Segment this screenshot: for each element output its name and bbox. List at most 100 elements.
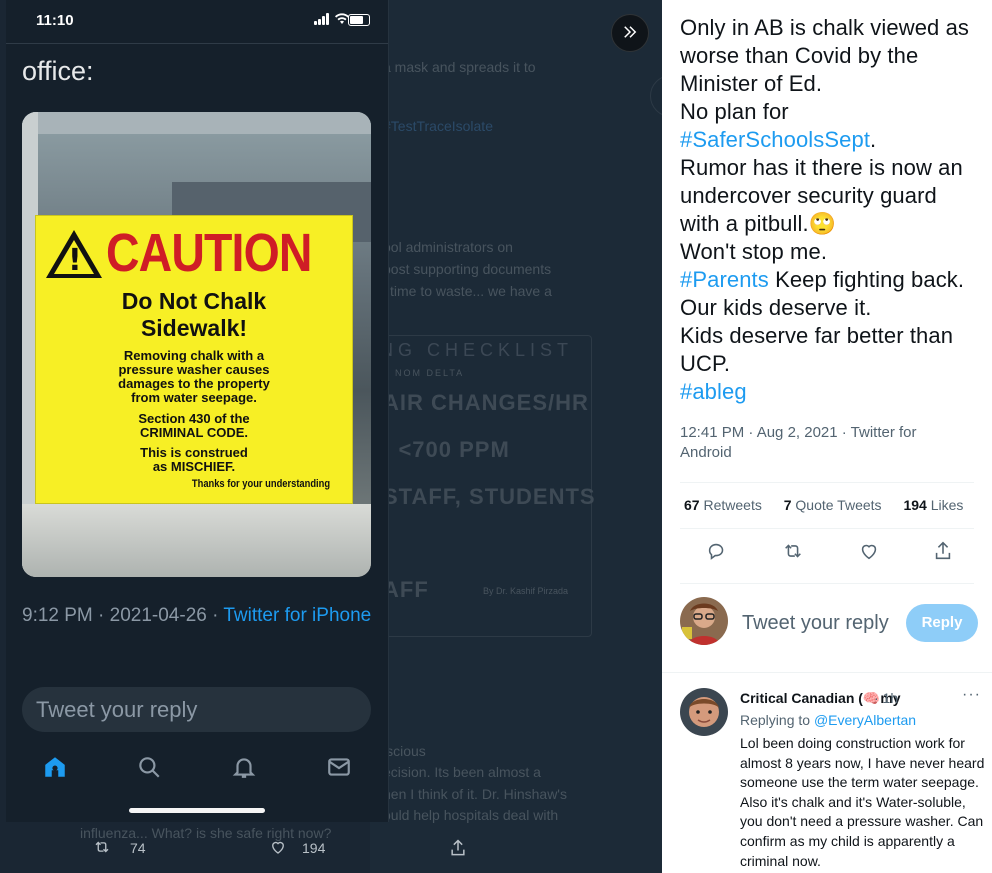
sign-body-line: Removing chalk with a (123, 348, 265, 363)
status-time: 11:10 (36, 12, 74, 29)
messages-icon[interactable] (326, 754, 352, 780)
share-icon[interactable] (932, 540, 954, 562)
divider (680, 482, 974, 483)
like-count: 194 (302, 840, 326, 856)
background-text: post supporting documents (383, 261, 552, 277)
phone-screenshot: 11:10 office: ! CAUTION Do Not Chalk Sid… (6, 0, 389, 822)
reply-time[interactable]: · 1h (874, 690, 898, 706)
user-avatar[interactable] (680, 597, 728, 645)
exclamation-icon: ! (68, 243, 82, 278)
tweet-line: Rumor has it there is now an (680, 155, 963, 180)
background-text: hen I think of it. Dr. Hinshaw's (383, 786, 567, 802)
background-card-text: STAFF, STUDENTS (383, 484, 596, 509)
retweet-count: 74 (130, 840, 146, 856)
tweet-line: Won't stop me. (680, 239, 828, 264)
like-icon (272, 841, 284, 854)
sign-title-line: Sidewalk! (140, 315, 248, 341)
background-retweet-action[interactable]: 74 (92, 838, 152, 858)
background-hashtag: #TestTraceIsolate (383, 118, 493, 134)
sign-thanks: Thanks for your understanding (191, 478, 331, 490)
search-icon[interactable] (136, 754, 162, 780)
tweet-line: undercover security guard (680, 183, 937, 208)
retweets-stat[interactable]: 67 Retweets (684, 497, 762, 513)
likes-stat[interactable]: 194 Likes (903, 497, 963, 513)
background-text: time to waste... we have a (390, 283, 552, 299)
tweet-line: No plan for (680, 99, 789, 124)
divider (680, 583, 974, 584)
notifications-icon[interactable] (231, 754, 257, 780)
sign-section-line: Section 430 of the (138, 411, 250, 426)
tweet-timestamp-source[interactable]: 12:41 PM · Aug 2, 2021 · Twitter for (680, 423, 980, 443)
reply-composer: Tweet your reply Reply (680, 597, 986, 657)
tweet-photo[interactable]: ! CAUTION Do Not Chalk Sidewalk! Removin… (22, 112, 371, 577)
share-icon[interactable] (448, 838, 468, 858)
sign-construed-line: This is construed (140, 445, 248, 460)
compose-placeholder[interactable]: Tweet your reply (742, 612, 889, 635)
reply-placeholder: Tweet your reply (36, 697, 198, 722)
battery-icon (348, 14, 370, 26)
sign-construed-line: as MISCHIEF. (152, 459, 236, 474)
background-like-action[interactable]: 194 (268, 838, 328, 858)
reply-author-avatar-image (680, 688, 728, 736)
reply-body: Lol been doing construction work for alm… (740, 735, 985, 869)
status-bar: 11:10 (6, 0, 388, 42)
tweet-detail-panel: Only in AB is chalk viewed as worse than… (662, 0, 992, 873)
reply-author-avatar[interactable] (680, 688, 728, 736)
tweet-line: #SaferSchoolsSept. (680, 127, 877, 152)
home-icon[interactable] (42, 754, 68, 780)
tweet-timestamp: 9:12 PM · 2021-04-26 · Twitter for iPhon… (22, 602, 372, 630)
like-icon[interactable] (858, 540, 880, 562)
tweet-meta: 12:41 PM · Aug 2, 2021 · Twitter for And… (680, 423, 980, 463)
background-checklist-subtitle: NOM DELTA (395, 368, 465, 378)
sign-caution-heading: CAUTION (106, 223, 312, 283)
background-text: ould help hospitals deal with (383, 807, 559, 823)
background-text: ool administrators on (383, 239, 513, 255)
window-sill (22, 504, 371, 577)
hashtag-link[interactable]: #ableg (680, 379, 747, 404)
divider (680, 528, 974, 529)
tweet-text-fragment: office: (22, 56, 94, 86)
bottom-nav (6, 740, 388, 790)
status-icons (300, 13, 370, 27)
expand-panel-button[interactable] (611, 14, 649, 52)
hashtag-link[interactable]: #Parents (680, 267, 769, 292)
background-card-text: AFF (383, 577, 429, 602)
sign-body-line: damages to the property (118, 376, 270, 391)
tweet-text: Only in AB is chalk viewed as worse than… (680, 14, 986, 406)
sign-title-line: Do Not Chalk (121, 288, 267, 314)
more-options-icon[interactable]: ··· (962, 686, 981, 704)
tweet-line: #Parents Keep fighting back. (680, 267, 965, 292)
background-byline: By Dr. Kashif Pirzada (483, 586, 569, 596)
divider (6, 43, 388, 44)
background-text: ecision. Its been almost a (383, 764, 541, 780)
tweet-actions (680, 540, 974, 570)
home-indicator (129, 808, 265, 813)
retweet-icon (95, 841, 109, 853)
tweet-source-cont[interactable]: Android (680, 443, 980, 463)
eye-roll-emoji: 🙄 (808, 211, 837, 236)
double-chevron-right-icon (624, 26, 637, 38)
user-avatar-image (680, 597, 728, 645)
signal-icon (314, 13, 332, 25)
tweet-line: Minister of Ed. (680, 71, 823, 96)
hashtag-link[interactable]: #SaferSchoolsSept (680, 127, 870, 152)
retweet-icon[interactable] (782, 540, 804, 562)
tweet-line: #ableg (680, 378, 986, 406)
tweet-line: with a pitbull.🙄 (680, 211, 837, 236)
mention-link[interactable]: @EveryAlbertan (814, 712, 916, 728)
reply-input[interactable]: Tweet your reply (22, 687, 371, 732)
tweet-line: Only in AB is chalk viewed as (680, 15, 970, 40)
background-text: iscious (383, 743, 426, 759)
tweet-line: Kids deserve far better than (680, 323, 954, 348)
sign-section-line: CRIMINAL CODE. (139, 425, 249, 440)
reply-icon[interactable] (706, 540, 728, 562)
background-text: a mask and spreads it to (383, 59, 536, 75)
reply-button[interactable]: Reply (906, 604, 978, 642)
source-link[interactable]: Twitter for iPhone (223, 605, 371, 626)
replying-to: Replying to @EveryAlbertan (740, 712, 917, 728)
timestamp-text: 9:12 PM · 2021-04-26 · (22, 605, 224, 626)
background-card-text: : <700 PPM (383, 437, 510, 462)
background-checklist-title: NG CHECKLIST (380, 340, 574, 360)
quote-tweets-stat[interactable]: 7 Quote Tweets (784, 497, 882, 513)
divider (662, 672, 992, 673)
